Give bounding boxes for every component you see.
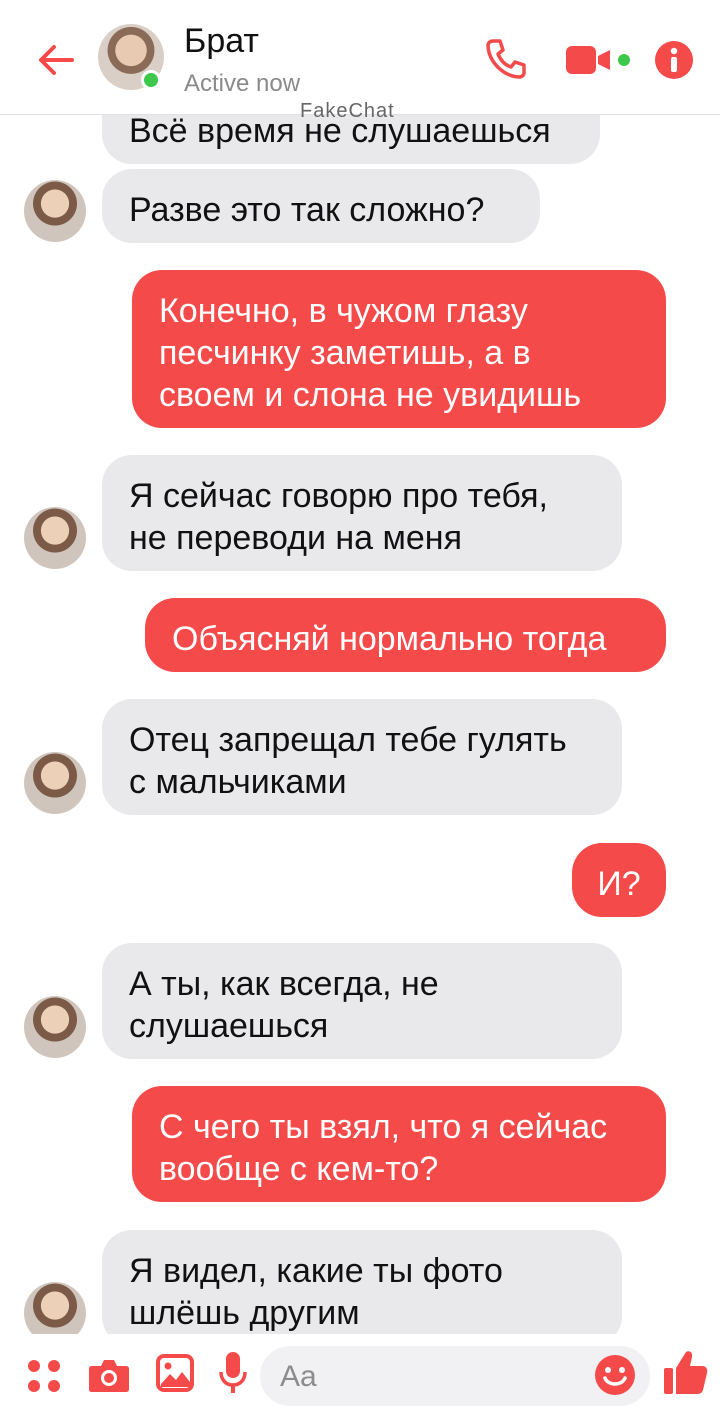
- incoming-message[interactable]: Разве это так сложно?: [102, 169, 540, 243]
- chat-header: Брат Active now: [0, 0, 720, 115]
- contact-name[interactable]: Брат: [184, 22, 259, 61]
- incoming-message[interactable]: А ты, как всегда, не слушаешься: [102, 943, 622, 1059]
- info-icon[interactable]: [654, 40, 694, 80]
- sender-avatar: [24, 996, 86, 1058]
- video-call-icon[interactable]: [564, 42, 636, 78]
- sender-avatar: [24, 180, 86, 242]
- emoji-icon[interactable]: [594, 1354, 636, 1396]
- outgoing-message[interactable]: Конечно, в чужом глазу песчинку заметишь…: [132, 270, 666, 428]
- sender-avatar: [24, 507, 86, 569]
- outgoing-message[interactable]: И?: [572, 843, 666, 917]
- phone-call-icon[interactable]: [484, 36, 528, 80]
- sender-avatar: [24, 1282, 86, 1334]
- back-arrow-icon[interactable]: [34, 38, 78, 82]
- camera-icon[interactable]: [88, 1356, 130, 1394]
- sender-avatar: [24, 752, 86, 814]
- message-composer: Aa: [0, 1334, 720, 1414]
- incoming-message[interactable]: Я видел, какие ты фото шлёшь другим: [102, 1230, 622, 1334]
- microphone-icon[interactable]: [218, 1350, 248, 1396]
- online-status-dot: [141, 70, 161, 90]
- message-list: Всё время не слушаешься Разве это так сл…: [0, 114, 720, 1334]
- gallery-icon[interactable]: [156, 1354, 194, 1392]
- outgoing-message[interactable]: Объясняй нормально тогда: [145, 598, 666, 672]
- watermark-label: FakeChat: [300, 100, 395, 122]
- thumbs-up-icon[interactable]: [662, 1348, 708, 1396]
- message-input-placeholder: Aa: [280, 1360, 317, 1393]
- message-input[interactable]: Aa: [260, 1346, 650, 1406]
- apps-icon[interactable]: [26, 1358, 62, 1394]
- incoming-message[interactable]: Отец запрещал тебе гулять с мальчиками: [102, 699, 622, 815]
- outgoing-message[interactable]: С чего ты взял, что я сейчас вообще с ке…: [132, 1086, 666, 1202]
- active-status: Active now: [184, 70, 301, 97]
- incoming-message[interactable]: Я сейчас говорю про тебя, не переводи на…: [102, 455, 622, 571]
